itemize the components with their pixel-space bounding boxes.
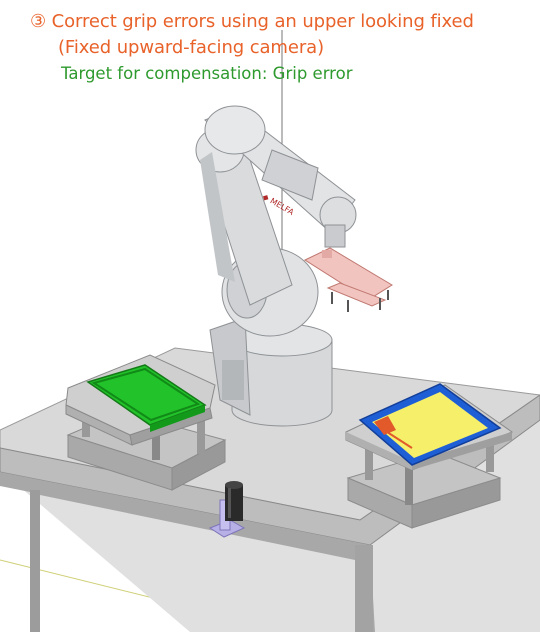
robot-cell-scene: ◆ MELFA	[0, 30, 540, 632]
caption: ③ Correct grip errors using an upper loo…	[0, 0, 540, 92]
subtitle: Target for compensation: Grip error	[61, 64, 353, 83]
title-line-2: (Fixed upward-facing camera)	[58, 37, 324, 58]
title-line-1: ③ Correct grip errors using an upper loo…	[30, 11, 474, 32]
